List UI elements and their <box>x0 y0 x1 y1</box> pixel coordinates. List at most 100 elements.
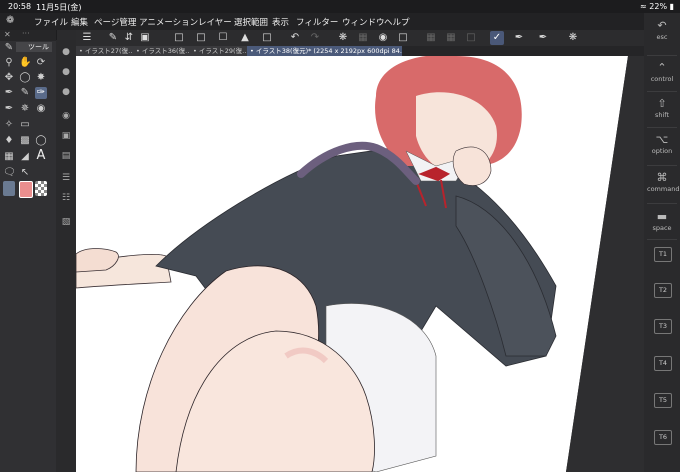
t2-key[interactable]: T2 <box>654 283 672 298</box>
menu-view[interactable]: 表示 <box>272 16 289 28</box>
text-icon[interactable]: A <box>35 149 47 162</box>
main-color-swatch[interactable] <box>19 181 33 198</box>
share-icon[interactable]: □ <box>260 31 274 45</box>
menu-filter[interactable]: フィルター <box>296 16 338 28</box>
t5-key[interactable]: T5 <box>654 393 672 408</box>
divider <box>647 239 677 240</box>
sub-color-swatch[interactable] <box>3 181 15 196</box>
frame-icon[interactable]: ▦ <box>3 151 15 163</box>
sub-view-icon[interactable]: ▧ <box>60 216 72 228</box>
tab-document[interactable]: • イラスト27(復… <box>76 46 134 56</box>
layer-property-icon[interactable]: ▤ <box>60 150 72 162</box>
stepper-icon[interactable]: ⇵ <box>122 31 136 45</box>
object-select-icon[interactable]: ↖ <box>19 167 31 179</box>
crop-icon[interactable]: □ <box>396 31 410 45</box>
command-label: command <box>647 185 680 193</box>
deselect-icon[interactable]: ▦ <box>424 31 438 45</box>
lasso-icon[interactable]: ◯ <box>19 72 31 84</box>
t3-key[interactable]: T3 <box>654 319 672 334</box>
move-icon[interactable]: ✥ <box>3 72 15 84</box>
transparent-color-swatch[interactable] <box>35 181 47 196</box>
layers-icon[interactable]: ☰ <box>60 172 72 184</box>
app-logo-icon[interactable]: ❁ <box>6 15 14 26</box>
fill-icon[interactable]: ♦ <box>3 135 15 147</box>
control-button[interactable]: ⌃ control <box>647 61 677 83</box>
balloon-icon[interactable]: 🗨 <box>3 167 16 179</box>
menu-page[interactable]: ページ管理 <box>94 16 136 28</box>
hamburger-icon[interactable]: ☰ <box>80 31 94 45</box>
divider <box>647 91 677 92</box>
decoration-icon[interactable]: ✧ <box>3 119 15 131</box>
tab-label: イラスト27(復… <box>84 47 134 55</box>
wifi-icon: ≈ <box>640 2 650 11</box>
shape-icon[interactable]: ◯ <box>35 135 47 147</box>
tab-document[interactable]: • イラスト29(復… <box>190 46 248 56</box>
divider <box>647 203 677 204</box>
material-icon[interactable]: ☷ <box>60 192 72 204</box>
t4-key[interactable]: T4 <box>654 356 672 371</box>
airbrush-icon[interactable]: ✵ <box>19 103 31 115</box>
rotate-icon[interactable]: ⟳ <box>35 57 47 69</box>
pen-icon[interactable]: ✒ <box>3 87 15 99</box>
menu-selection[interactable]: 選択範囲 <box>234 16 268 28</box>
menu-help[interactable]: ヘルプ <box>384 16 410 28</box>
eraser-icon[interactable]: ▭ <box>19 119 31 131</box>
fill-layer-icon[interactable]: ▦ <box>356 31 370 45</box>
menu-window[interactable]: ウィンドウ <box>342 16 385 28</box>
eyedropper-icon[interactable]: ✒ <box>3 103 15 115</box>
menu-file[interactable]: ファイル <box>34 16 68 28</box>
t1-key[interactable]: T1 <box>654 247 672 262</box>
zoom-icon[interactable]: ⚲ <box>3 57 15 69</box>
divider <box>647 55 677 56</box>
space-button[interactable]: ▬ space <box>647 210 677 232</box>
tab-document[interactable]: • イラスト36(復… <box>133 46 191 56</box>
canvas-area[interactable] <box>76 56 644 472</box>
magic-wand-icon[interactable]: ✸ <box>35 72 47 84</box>
invert-selection-icon[interactable]: ▦ <box>444 31 458 45</box>
select-layer-icon[interactable]: □ <box>464 31 478 45</box>
ruler-icon[interactable]: ◢ <box>19 151 31 163</box>
t6-key[interactable]: T6 <box>654 430 672 445</box>
drag-handle-icon[interactable]: ··· <box>22 29 30 38</box>
divider <box>647 127 677 128</box>
navigator-icon[interactable]: ◉ <box>60 110 72 122</box>
blend-icon[interactable]: ◉ <box>35 103 47 115</box>
new-file-icon[interactable]: □ <box>172 31 186 45</box>
ruler-snap-icon[interactable]: ✒ <box>536 31 550 45</box>
menu-animation[interactable]: アニメーション <box>139 16 198 28</box>
hand-icon[interactable]: ✋ <box>19 57 31 69</box>
option-button[interactable]: ⌥ option <box>647 133 677 155</box>
redo-icon[interactable]: ↷ <box>308 31 322 45</box>
open-icon[interactable]: □ <box>194 31 208 45</box>
menu-layer[interactable]: レイヤー <box>198 16 232 28</box>
undo-icon[interactable]: ↶ <box>288 31 302 45</box>
ink-icon[interactable]: ● <box>60 66 72 78</box>
brush-settings-icon[interactable]: ✒ <box>512 31 526 45</box>
export-icon[interactable]: ▲ <box>238 31 252 45</box>
settings-icon[interactable]: ❋ <box>566 31 580 45</box>
edit-icon[interactable]: ✎ <box>106 31 120 45</box>
clear-icon[interactable]: ❋ <box>336 31 350 45</box>
pencil-icon[interactable]: ✎ <box>19 87 31 99</box>
brush-size-icon[interactable]: ● <box>60 46 72 58</box>
pen-stabilizer-icon[interactable]: ✓ <box>490 31 504 45</box>
modifier-keys-bar: ↶ esc ⌃ control ⇧ shift ⌥ option ⌘ comma… <box>644 13 680 472</box>
command-button[interactable]: ⌘ command <box>647 171 680 193</box>
tab-label: イラスト38(復元)* (2254 x 2192px 600dpi 84.2%) <box>255 47 402 55</box>
shift-button[interactable]: ⇧ shift <box>647 97 677 119</box>
brush-icon[interactable]: ✑ <box>35 87 47 99</box>
gradient-icon[interactable]: ▩ <box>19 135 31 147</box>
selection-fill-icon[interactable]: ◉ <box>376 31 390 45</box>
color-set-icon[interactable]: ● <box>60 86 72 98</box>
reference-icon[interactable]: ▣ <box>138 31 152 45</box>
canvas-artwork[interactable] <box>76 56 644 472</box>
pen-tab-icon[interactable]: ✎ <box>3 42 15 54</box>
esc-button[interactable]: ↶ esc <box>647 19 677 41</box>
color-circle-icon[interactable]: ▣ <box>60 130 72 142</box>
menu-edit[interactable]: 編集 <box>71 16 88 28</box>
menu-bar: ❁ ファイル 編集 ページ管理 アニメーション レイヤー 選択範囲 表示 フィル… <box>0 13 680 30</box>
save-icon[interactable]: ☐ <box>216 31 230 45</box>
tab-document-active[interactable]: • イラスト38(復元)* (2254 x 2192px 600dpi 84.2… <box>247 46 402 56</box>
tool-tab[interactable]: ツール <box>16 42 52 52</box>
close-icon[interactable]: ✕ <box>4 30 11 39</box>
